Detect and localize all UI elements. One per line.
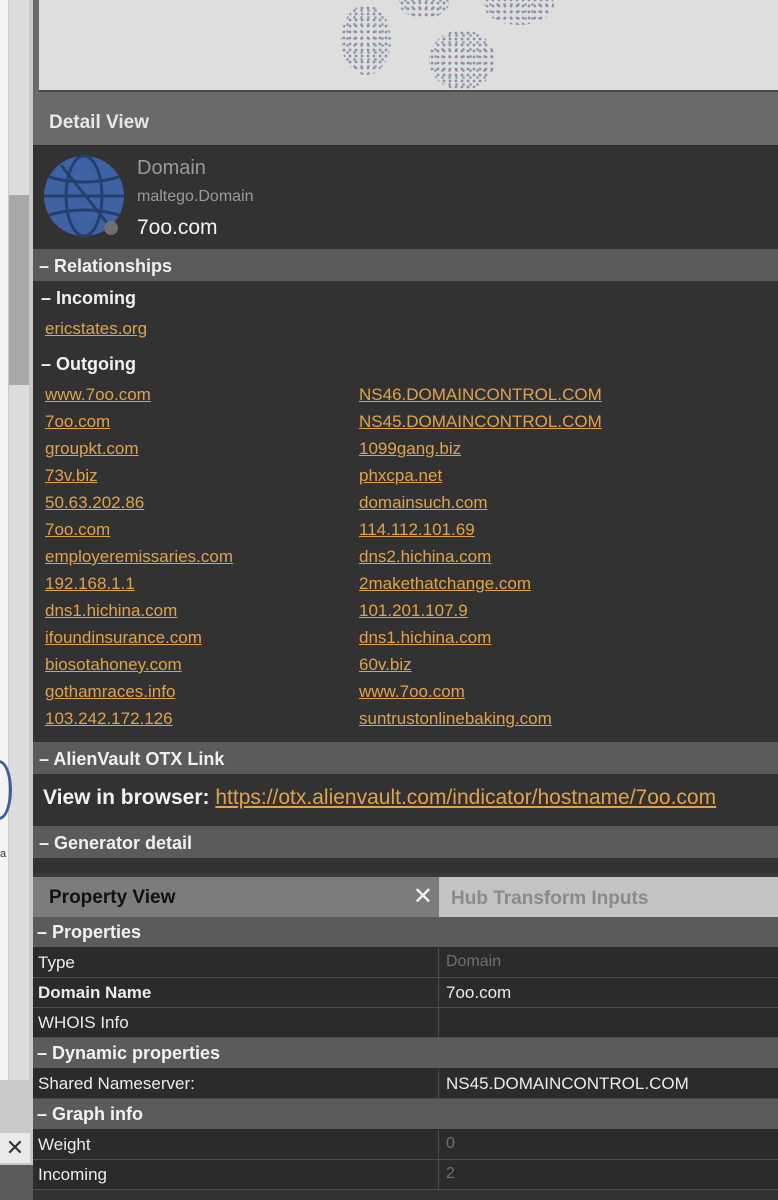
property-key: Weight <box>33 1130 439 1159</box>
tab-hub-transform-inputs[interactable]: Hub Transform Inputs <box>439 877 778 917</box>
outgoing-link[interactable]: ifoundinsurance.com <box>45 624 359 651</box>
otx-section-toggle[interactable]: – AlienVault OTX Link <box>33 742 778 774</box>
outgoing-link[interactable]: 2makethatchange.com <box>359 570 673 597</box>
property-row[interactable]: Weight 0 <box>33 1130 778 1160</box>
outgoing-link[interactable]: 60v.biz <box>359 651 673 678</box>
background-window-content <box>0 0 8 1080</box>
property-key: Type <box>33 948 439 977</box>
property-value[interactable]: NS45.DOMAINCONTROL.COM <box>439 1069 778 1098</box>
background-window-footer <box>0 1165 33 1200</box>
tab-property-view[interactable]: Property View ✕ <box>33 877 439 917</box>
entity-summary: Domain maltego.Domain 7oo.com <box>33 146 778 249</box>
graph-panel <box>33 0 778 98</box>
outgoing-column-left: www.7oo.com 7oo.com groupkt.com 73v.biz … <box>45 381 359 732</box>
property-value[interactable]: 7oo.com <box>439 978 778 1007</box>
property-value: Domain <box>446 953 502 970</box>
tab-property-view-label: Property View <box>49 887 176 908</box>
relationships-section-toggle[interactable]: – Relationships <box>33 249 778 281</box>
outgoing-link[interactable]: 1099gang.biz <box>359 435 673 462</box>
entity-value: 7oo.com <box>137 216 218 239</box>
property-row[interactable]: Type Domain <box>33 948 778 978</box>
generator-section-toggle[interactable]: – Generator detail <box>33 826 778 858</box>
outgoing-link[interactable]: 192.168.1.1 <box>45 570 359 597</box>
outgoing-link[interactable]: dns2.hichina.com <box>359 543 673 570</box>
outgoing-link[interactable]: 103.242.172.126 <box>45 705 359 732</box>
outgoing-link[interactable]: gothamraces.info <box>45 678 359 705</box>
property-key: Shared Nameserver: <box>33 1069 439 1098</box>
partial-text: a <box>0 848 7 860</box>
incoming-link[interactable]: ericstates.org <box>45 315 778 342</box>
scrollbar-thumb[interactable] <box>9 195 29 385</box>
outgoing-column-right: NS46.DOMAINCONTROL.COM NS45.DOMAINCONTRO… <box>359 381 673 732</box>
incoming-toggle[interactable]: – Incoming <box>33 281 778 315</box>
outgoing-link[interactable]: www.7oo.com <box>359 678 673 705</box>
graph-node-cluster[interactable] <box>399 0 449 18</box>
outgoing-toggle[interactable]: – Outgoing <box>33 347 778 381</box>
outgoing-link[interactable]: biosotahoney.com <box>45 651 359 678</box>
outgoing-link[interactable]: www.7oo.com <box>45 381 359 408</box>
property-row[interactable]: Domain Name 7oo.com <box>33 978 778 1008</box>
close-icon[interactable]: ✕ <box>413 882 433 911</box>
outgoing-link[interactable]: 50.63.202.86 <box>45 489 359 516</box>
graph-node-cluster[interactable] <box>484 0 554 25</box>
dynamic-properties-section-toggle[interactable]: – Dynamic properties <box>33 1038 778 1069</box>
outgoing-link[interactable]: dns1.hichina.com <box>45 597 359 624</box>
property-key: WHOIS Info <box>33 1008 439 1037</box>
property-view: Property View ✕ Hub Transform Inputs – P… <box>33 877 778 1200</box>
outgoing-link[interactable]: 7oo.com <box>45 408 359 435</box>
outgoing-link[interactable]: 73v.biz <box>45 462 359 489</box>
entity-type-id: maltego.Domain <box>137 188 254 205</box>
outgoing-link[interactable]: groupkt.com <box>45 435 359 462</box>
otx-label: View in browser: <box>43 786 210 809</box>
otx-row: View in browser: https://otx.alienvault.… <box>33 774 778 826</box>
property-row[interactable]: Shared Nameserver: NS45.DOMAINCONTROL.CO… <box>33 1069 778 1099</box>
property-value[interactable] <box>439 1008 778 1037</box>
background-window: a ✕ <box>0 0 33 1200</box>
property-value: 0 <box>446 1135 455 1152</box>
globe-icon <box>44 154 124 238</box>
outgoing-link[interactable]: NS45.DOMAINCONTROL.COM <box>359 408 673 435</box>
graph-node-cluster[interactable] <box>341 5 391 75</box>
outgoing-link[interactable]: 114.112.101.69 <box>359 516 673 543</box>
outgoing-link[interactable]: employeremissaries.com <box>45 543 359 570</box>
entity-type: Domain <box>137 157 206 179</box>
outgoing-link[interactable]: 7oo.com <box>45 516 359 543</box>
property-value: 2 <box>446 1165 455 1182</box>
graph-info-section-toggle[interactable]: – Graph info <box>33 1099 778 1130</box>
outgoing-link[interactable]: phxcpa.net <box>359 462 673 489</box>
property-key: Incoming <box>33 1160 439 1189</box>
property-key: Domain Name <box>33 978 439 1007</box>
incoming-list: ericstates.org <box>33 315 778 342</box>
outgoing-link[interactable]: NS46.DOMAINCONTROL.COM <box>359 381 673 408</box>
close-icon[interactable]: ✕ <box>0 1133 30 1163</box>
detail-view-title: Detail View <box>33 98 778 146</box>
graph-canvas[interactable] <box>39 0 778 92</box>
property-row[interactable]: WHOIS Info <box>33 1008 778 1038</box>
detail-view: Detail View Domain maltego.Domain 7oo.co… <box>33 98 778 873</box>
outgoing-link[interactable]: domainsuch.com <box>359 489 673 516</box>
outgoing-link[interactable]: dns1.hichina.com <box>359 624 673 651</box>
graph-node-cluster[interactable] <box>429 30 495 90</box>
scrollbar-track[interactable] <box>9 0 29 1080</box>
otx-url-link[interactable]: https://otx.alienvault.com/indicator/hos… <box>215 786 716 809</box>
properties-section-toggle[interactable]: – Properties <box>33 917 778 948</box>
outgoing-list: www.7oo.com 7oo.com groupkt.com 73v.biz … <box>33 381 778 732</box>
outgoing-link[interactable]: 101.201.107.9 <box>359 597 673 624</box>
property-tabs: Property View ✕ Hub Transform Inputs <box>33 877 778 917</box>
outgoing-link[interactable]: suntrustonlinebaking.com <box>359 705 673 732</box>
property-row[interactable]: Incoming 2 <box>33 1160 778 1190</box>
